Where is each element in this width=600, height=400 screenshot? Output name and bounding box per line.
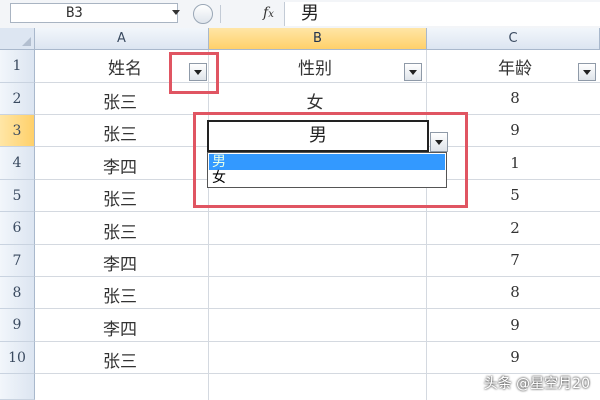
formula-bar-expand-icon[interactable] [193,4,213,24]
gridline [35,244,600,245]
validation-dropdown-icon[interactable] [430,132,448,152]
filter-dropdown-icon[interactable] [404,63,422,81]
row-header-1[interactable]: 1 [0,50,35,83]
row-header-6[interactable]: 6 [0,212,35,245]
row-header-5[interactable]: 5 [0,180,35,212]
dropdown-option-female[interactable]: 女 [209,170,445,186]
gridline [35,211,600,212]
cell-a9[interactable]: 李四 [75,315,165,340]
formula-bar: B3 fx 男 [0,0,600,29]
column-header-c[interactable]: C [427,28,600,50]
gridline [426,50,427,400]
cell-c8[interactable]: 8 [470,283,560,301]
filter-dropdown-icon[interactable] [578,63,596,81]
cell-a10[interactable]: 张三 [75,347,165,372]
column-header-a[interactable]: A [35,28,209,50]
row-header-9[interactable]: 9 [0,309,35,342]
cell-b2[interactable]: 女 [270,88,360,113]
cell-c2[interactable]: 8 [470,89,560,107]
column-header-b[interactable]: B [209,28,427,50]
row-header-10[interactable]: 10 [0,342,35,374]
cell-a2[interactable]: 张三 [75,88,165,113]
row-header-4[interactable]: 4 [0,147,35,180]
formula-input[interactable]: 男 [284,2,600,26]
cell-c6[interactable]: 2 [470,219,560,237]
watermark: 头条 @星空月20 [483,376,590,392]
gridline [35,276,600,277]
cell-a8[interactable]: 张三 [75,282,165,307]
row-header-8[interactable]: 8 [0,277,35,309]
active-cell-b3[interactable]: 男 [207,120,429,152]
name-box[interactable]: B3 [10,3,178,23]
cell-a7[interactable]: 李四 [75,250,165,275]
name-box-dropdown-icon[interactable] [172,10,180,15]
cell-a6[interactable]: 张三 [75,218,165,243]
row-header-2[interactable]: 2 [0,83,35,115]
cell-a5[interactable]: 张三 [75,185,165,210]
spreadsheet-grid: A B C 1 2 3 4 5 6 7 8 9 10 姓名 性别 年龄 张三 女… [0,28,600,400]
header-cell-name[interactable]: 姓名 [80,54,170,79]
cell-c5[interactable]: 5 [470,186,560,204]
cell-c3[interactable]: 9 [470,121,560,139]
cell-a3[interactable]: 张三 [75,120,165,145]
row-header-7[interactable]: 7 [0,245,35,277]
cell-a4[interactable]: 李四 [75,153,165,178]
gridline [35,114,600,115]
gridline [35,341,600,342]
gridline [35,308,600,309]
header-cell-age[interactable]: 年龄 [470,54,560,79]
select-all-corner[interactable] [0,28,35,50]
validation-dropdown-list: 男 女 [207,152,447,188]
row-header-3[interactable]: 3 [0,115,35,147]
dropdown-option-male[interactable]: 男 [209,154,445,170]
gridline [35,82,600,83]
cell-c4[interactable]: 1 [470,154,560,172]
cell-c9[interactable]: 9 [470,316,560,334]
cell-c10[interactable]: 9 [470,348,560,366]
filter-dropdown-icon[interactable] [189,63,207,81]
formula-bar-divider [220,5,221,23]
insert-function-icon[interactable]: fx [263,5,274,21]
row-header-11[interactable] [0,374,35,400]
gridline [208,50,209,400]
cell-c7[interactable]: 7 [470,251,560,269]
header-cell-gender[interactable]: 性别 [270,54,360,79]
